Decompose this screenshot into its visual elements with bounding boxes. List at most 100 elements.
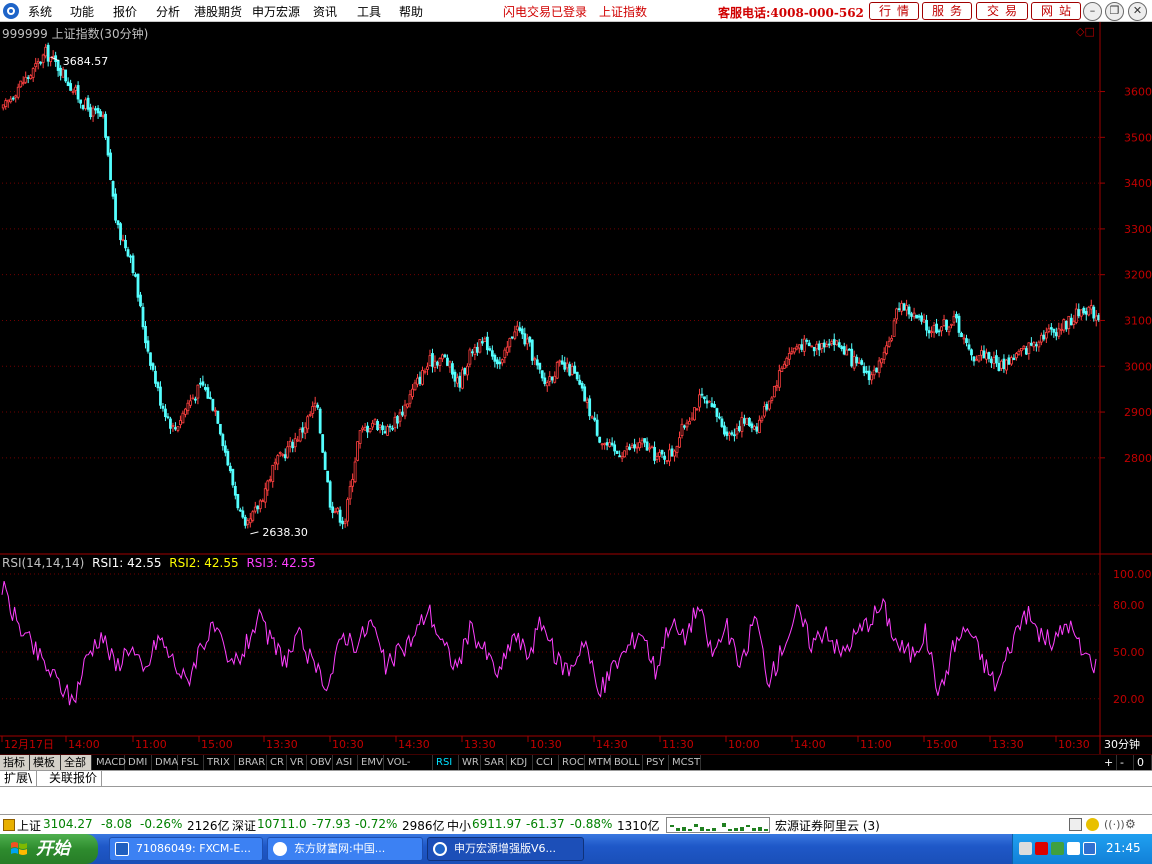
sz-label: 深证	[232, 819, 257, 833]
zoom-out-button[interactable]: -	[1117, 755, 1134, 771]
candle-down	[161, 405, 165, 409]
close-icon[interactable]: ✕	[1128, 2, 1147, 21]
tab-rsi[interactable]: RSI	[433, 755, 459, 771]
menu-shenwan[interactable]: 申万宏源	[252, 3, 300, 20]
candle-down	[510, 336, 514, 339]
candle-up	[398, 412, 402, 422]
tab-roc[interactable]: ROC	[559, 755, 585, 771]
menu-analysis[interactable]: 分析	[156, 3, 180, 20]
tab-template[interactable]: 模板	[30, 755, 61, 771]
low-annotation: 2638.30	[262, 526, 308, 539]
service-button[interactable]: 服务	[922, 2, 972, 20]
menu-function[interactable]: 功能	[70, 3, 94, 20]
candle-down	[56, 59, 60, 71]
rsi-params[interactable]: RSI(14,14,14)	[2, 556, 84, 570]
monitor-icon[interactable]	[1083, 842, 1096, 855]
tab-cci[interactable]: CCI	[533, 755, 559, 771]
tab-boll[interactable]: BOLL	[611, 755, 643, 771]
candle-up	[760, 417, 764, 422]
candle-up	[548, 376, 552, 382]
task-eastmoney[interactable]: 东方财富网:中国...	[267, 837, 423, 861]
tab-wr[interactable]: WR	[459, 755, 481, 771]
network-icon[interactable]	[1067, 842, 1080, 855]
restore-icon[interactable]: ❐	[1105, 2, 1124, 21]
panel-icon[interactable]	[1069, 818, 1082, 831]
keyboard-icon[interactable]	[1019, 842, 1032, 855]
candle-down	[550, 376, 554, 381]
time-label: 13:30	[992, 738, 1024, 751]
broker-server[interactable]: 宏源证券阿里云 (3)	[775, 817, 880, 834]
tab-vr[interactable]: VR	[287, 755, 307, 771]
menu-system[interactable]: 系统	[28, 3, 52, 20]
zoom-in-button[interactable]: +	[1101, 755, 1117, 771]
flash-trade-status[interactable]: 闪电交易已登录	[503, 3, 587, 20]
tab-emv[interactable]: EMV	[358, 755, 384, 771]
menu-hk-futures[interactable]: 港股期货	[194, 3, 242, 20]
candle-down	[738, 426, 741, 432]
tab-vol-tdx[interactable]: VOL-TDX	[384, 755, 433, 783]
task-shenwan[interactable]: 申万宏源增强版V6...	[427, 837, 584, 861]
tab-trix[interactable]: TRIX	[204, 755, 235, 771]
candle-up	[882, 351, 886, 360]
tab-indicator[interactable]: 指标	[0, 755, 30, 771]
candle-down	[201, 381, 205, 386]
settings-icon[interactable]: ⚙	[1125, 817, 1136, 831]
menu-tools[interactable]: 工具	[357, 3, 381, 20]
candle-down	[995, 355, 998, 364]
start-button[interactable]: 开始	[0, 834, 98, 864]
menu-help[interactable]: 帮助	[399, 3, 423, 20]
menu-quote[interactable]: 报价	[113, 3, 137, 20]
candle-up	[261, 500, 265, 503]
tab-cr[interactable]: CR	[267, 755, 287, 771]
kline-chart[interactable]: 3600 3500 3400 3300 3200 3100 3000 2900 2800 100.…	[0, 22, 1152, 754]
candle-down	[583, 386, 587, 402]
security-icon[interactable]	[1051, 842, 1064, 855]
market-button[interactable]: 行情	[869, 2, 919, 20]
tab-mtm[interactable]: MTM	[585, 755, 611, 771]
chart-window-controls[interactable]: ◇□	[1076, 25, 1095, 38]
candle-up	[785, 357, 789, 367]
candle-up	[668, 449, 671, 462]
notice-icon[interactable]	[1086, 818, 1099, 831]
tab-dma[interactable]: DMA	[152, 755, 178, 771]
candle-down	[1054, 332, 1058, 337]
tab-related-quotes[interactable]: 关联报价	[45, 771, 103, 787]
candle-down	[897, 308, 901, 311]
candle-down	[560, 360, 564, 365]
candle-up	[293, 438, 297, 448]
minimize-icon[interactable]: –	[1083, 2, 1102, 21]
tab-asi[interactable]: ASI	[333, 755, 358, 771]
tab-mcst[interactable]: MCST	[669, 755, 701, 771]
tab-extension[interactable]: 扩展\	[0, 771, 38, 787]
market-icon[interactable]	[3, 819, 15, 831]
candle-down	[855, 356, 859, 364]
tab-dmi[interactable]: DMI	[125, 755, 152, 771]
chart-area[interactable]: 3600 3500 3400 3300 3200 3100 3000 2900 2800 100.…	[0, 22, 1152, 754]
tab-psy[interactable]: PSY	[643, 755, 669, 771]
tab-obv[interactable]: OBV	[307, 755, 333, 771]
tab-sar[interactable]: SAR	[481, 755, 507, 771]
candle-down	[523, 333, 527, 345]
signal-icon[interactable]: ((·))	[1104, 818, 1125, 831]
candle-down	[436, 361, 439, 366]
candle-up	[14, 95, 18, 98]
tab-macd[interactable]: MACD	[93, 755, 126, 771]
time-label: 10:00	[728, 738, 760, 751]
tab-kdj[interactable]: KDJ	[507, 755, 533, 771]
tab-fsl[interactable]: FSL	[178, 755, 204, 771]
zoom-reset-button[interactable]: 0	[1134, 755, 1152, 771]
candle-up	[673, 450, 676, 457]
time-label: 14:00	[794, 738, 826, 751]
tab-all[interactable]: 全部	[61, 755, 92, 771]
candle-down	[660, 450, 664, 455]
task-fxcm[interactable]: 71086049: FXCM-E...	[109, 837, 263, 861]
tab-brar[interactable]: BRAR	[235, 755, 267, 771]
candle-down	[540, 370, 544, 379]
candle-up	[461, 369, 464, 389]
candle-up	[1039, 334, 1043, 343]
antivirus-icon[interactable]	[1035, 842, 1048, 855]
menu-news[interactable]: 资讯	[313, 3, 337, 20]
trade-button[interactable]: 交易	[976, 2, 1028, 20]
sse-index-link[interactable]: 上证指数	[599, 3, 647, 20]
website-button[interactable]: 网站	[1031, 2, 1081, 20]
